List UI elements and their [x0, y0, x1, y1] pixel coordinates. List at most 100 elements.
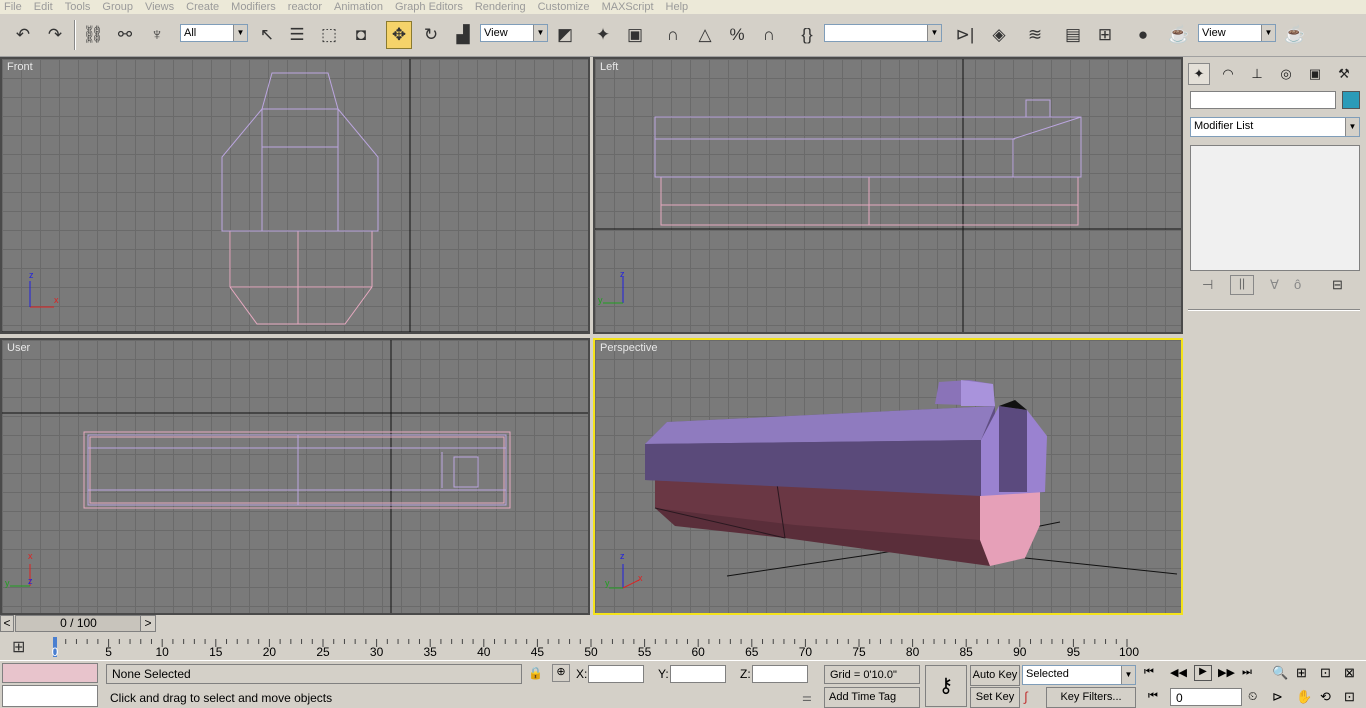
show-end-result-icon[interactable]: ||: [1230, 275, 1254, 295]
time-prev-button[interactable]: <: [0, 615, 14, 632]
spinner-snap-toggle-icon[interactable]: ∩: [756, 21, 782, 49]
zoom-all-icon[interactable]: ⊞: [1296, 665, 1307, 681]
create-tab-icon[interactable]: ✦: [1188, 63, 1210, 85]
viewport-label-front[interactable]: Front: [7, 61, 33, 73]
redo-icon[interactable]: ↷: [42, 21, 68, 49]
pan-view-icon[interactable]: ✋: [1296, 689, 1312, 705]
default-tangents-icon[interactable]: ∫: [1024, 689, 1028, 704]
track-bar[interactable]: ⊞ 0 5 10 15 20 25 30 35 40 45 50 55 60 65 70 75 80 85 90 95…: [0, 635, 1184, 660]
viewport-perspective[interactable]: Perspective z x y: [593, 338, 1183, 615]
keyboard-shortcut-override-icon[interactable]: ▣: [622, 21, 648, 49]
menu-help[interactable]: Help: [666, 1, 689, 13]
material-editor-icon[interactable]: ●: [1130, 21, 1156, 49]
select-and-link-icon[interactable]: ⛓: [80, 21, 106, 49]
angle-snap-toggle-icon[interactable]: △: [692, 21, 718, 49]
menu-customize[interactable]: Customize: [538, 1, 590, 13]
key-filters-button[interactable]: Key Filters...: [1046, 687, 1136, 708]
use-pivot-center-icon[interactable]: ◩: [552, 21, 578, 49]
select-and-manipulate-icon[interactable]: ✦: [590, 21, 616, 49]
pin-stack-icon[interactable]: ⊣: [1202, 277, 1213, 293]
align-icon[interactable]: ◈: [986, 21, 1012, 49]
named-selection-sets-dropdown[interactable]: ▼: [824, 24, 942, 42]
window-crossing-icon[interactable]: ◘: [348, 21, 374, 49]
menu-rendering[interactable]: Rendering: [475, 1, 526, 13]
modifier-list-dropdown[interactable]: Modifier List ▼: [1190, 117, 1360, 137]
menu-maxscript[interactable]: MAXScript: [602, 1, 654, 13]
field-of-view-icon[interactable]: ⊳: [1272, 689, 1283, 705]
render-type-dropdown[interactable]: View ▼: [1198, 24, 1276, 42]
y-coordinate-field[interactable]: [670, 665, 726, 683]
remove-modifier-icon[interactable]: ô: [1294, 277, 1301, 292]
menu-animation[interactable]: Animation: [334, 1, 383, 13]
menu-group[interactable]: Group: [102, 1, 133, 13]
time-slider-thumb[interactable]: 0 / 100: [15, 615, 142, 632]
zoom-extents-all-icon[interactable]: ⊠: [1344, 665, 1355, 681]
maximize-viewport-icon[interactable]: ⊡: [1344, 689, 1355, 705]
select-and-scale-icon[interactable]: ▟: [450, 21, 476, 49]
make-unique-icon[interactable]: ∀: [1270, 277, 1279, 293]
set-key-button[interactable]: Set Key: [970, 687, 1020, 708]
key-mode-dropdown[interactable]: Selected ▼: [1022, 665, 1136, 685]
viewport-label-user[interactable]: User: [7, 342, 30, 354]
x-coordinate-field[interactable]: [588, 665, 644, 683]
select-and-rotate-icon[interactable]: ↻: [418, 21, 444, 49]
viewport-label-perspective[interactable]: Perspective: [600, 342, 657, 354]
zoom-icon[interactable]: 🔍: [1272, 665, 1288, 681]
quick-render-icon[interactable]: ☕: [1282, 21, 1308, 49]
menu-reactor[interactable]: reactor: [288, 1, 322, 13]
previous-frame-icon[interactable]: ◀◀: [1170, 666, 1187, 679]
bind-to-space-warp-icon[interactable]: ♆: [144, 21, 170, 49]
object-name-field[interactable]: [1190, 91, 1336, 109]
modifier-stack[interactable]: [1190, 145, 1360, 271]
viewport-user[interactable]: User x y z: [0, 338, 590, 615]
play-icon[interactable]: ▶: [1194, 665, 1212, 681]
select-and-move-icon[interactable]: ✥: [386, 21, 412, 49]
key-mode-toggle-icon[interactable]: ⏮: [1148, 690, 1158, 703]
z-coordinate-field[interactable]: [752, 665, 808, 683]
schematic-view-icon[interactable]: ⊞: [1092, 21, 1118, 49]
rectangular-selection-region-icon[interactable]: ⬚: [316, 21, 342, 49]
undo-icon[interactable]: ↶: [10, 21, 36, 49]
unlink-selection-icon[interactable]: ⚯: [112, 21, 138, 49]
absolute-mode-icon[interactable]: ⊕: [552, 664, 570, 682]
go-to-start-icon[interactable]: ⏮: [1144, 666, 1154, 679]
time-next-button[interactable]: >: [140, 615, 156, 632]
utilities-tab-icon[interactable]: ⚒: [1333, 63, 1355, 85]
menu-views[interactable]: Views: [145, 1, 174, 13]
maxscript-listener-mini[interactable]: [2, 663, 98, 683]
configure-modifier-sets-icon[interactable]: ⊟: [1332, 277, 1343, 293]
snaps-toggle-icon[interactable]: ∩: [660, 21, 686, 49]
menu-edit[interactable]: Edit: [34, 1, 53, 13]
set-keys-icon[interactable]: ⚷: [925, 665, 967, 707]
hierarchy-tab-icon[interactable]: ⊥: [1246, 63, 1268, 85]
curve-editor-icon[interactable]: ▤: [1060, 21, 1086, 49]
time-configuration-icon[interactable]: ⏲: [1248, 689, 1257, 704]
layer-manager-icon[interactable]: ≋: [1022, 21, 1048, 49]
modify-tab-icon[interactable]: ◠: [1217, 63, 1239, 85]
next-frame-icon[interactable]: ▶▶: [1218, 666, 1235, 679]
menu-modifiers[interactable]: Modifiers: [231, 1, 276, 13]
maxscript-input-mini[interactable]: [2, 685, 98, 707]
viewport-left[interactable]: Left z y: [593, 57, 1183, 334]
viewport-front[interactable]: Front z x: [0, 57, 590, 334]
display-tab-icon[interactable]: ▣: [1304, 63, 1326, 85]
current-frame-field[interactable]: 0: [1170, 688, 1242, 706]
object-color-swatch[interactable]: [1342, 91, 1360, 109]
motion-tab-icon[interactable]: ◎: [1275, 63, 1297, 85]
mirror-icon[interactable]: ⊳|: [952, 21, 978, 49]
selection-filter-dropdown[interactable]: All ▼: [180, 24, 248, 42]
edit-named-selection-icon[interactable]: {}: [794, 21, 820, 49]
menu-tools[interactable]: Tools: [65, 1, 91, 13]
menu-graph-editors[interactable]: Graph Editors: [395, 1, 463, 13]
percent-snap-toggle-icon[interactable]: %: [724, 21, 750, 49]
menu-file[interactable]: File: [4, 1, 22, 13]
select-object-icon[interactable]: ↖: [254, 21, 280, 49]
reference-coordinate-dropdown[interactable]: View ▼: [480, 24, 548, 42]
viewport-label-left[interactable]: Left: [600, 61, 618, 73]
go-to-end-icon[interactable]: ⏭: [1242, 666, 1252, 679]
select-by-name-icon[interactable]: ☰: [284, 21, 310, 49]
arc-rotate-icon[interactable]: ⟲: [1320, 689, 1331, 705]
menu-create[interactable]: Create: [186, 1, 219, 13]
render-scene-icon[interactable]: ☕: [1166, 21, 1192, 49]
add-time-tag-button[interactable]: Add Time Tag: [824, 687, 920, 708]
